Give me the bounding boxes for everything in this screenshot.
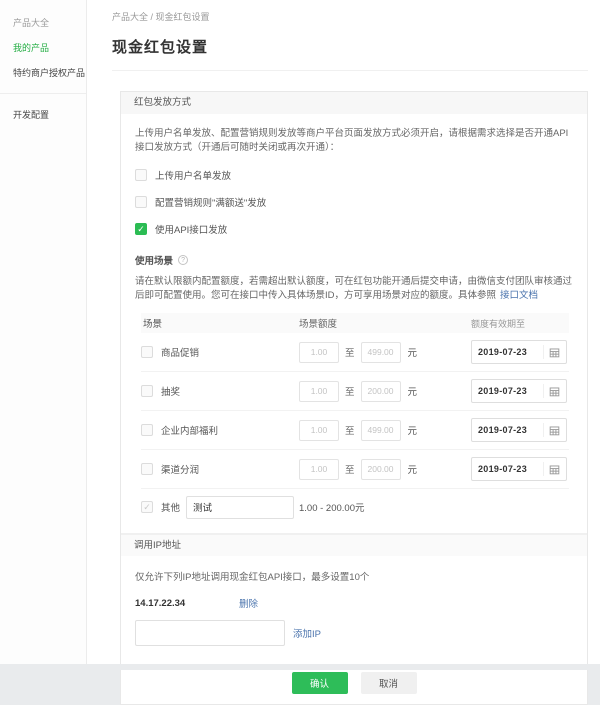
section-header-ip: 调用IP地址 (121, 534, 587, 556)
other-scene-input[interactable] (186, 495, 295, 519)
scene-name: 渠道分润 (161, 465, 200, 476)
ip-entry-row: 14.17.22.34 删除 (135, 596, 573, 611)
scene-name: 企业内部福利 (161, 426, 219, 437)
to-label: 至 (345, 387, 355, 398)
send-methods-intro: 上传用户名单发放、配置营销规则发放等商户平台页面发放方式必须开启，请根据需求选择… (135, 128, 569, 153)
unit-label: 元 (407, 387, 418, 398)
date-value: 2019-07-23 (478, 386, 528, 396)
checkbox-use-api[interactable]: 使用API接口发放 (135, 222, 573, 236)
date-picker[interactable]: 2019-07-23 (471, 418, 567, 442)
max-amount-input[interactable] (360, 341, 401, 363)
panel-footer: 确认 取消 (121, 672, 587, 704)
to-label: 至 (345, 426, 355, 437)
date-picker[interactable]: 2019-07-23 (471, 457, 567, 481)
checkbox-icon[interactable] (141, 424, 153, 436)
ip-section: 仅允许下列IP地址调用现金红包API接口，最多设置10个 14.17.22.34… (121, 556, 587, 646)
min-amount-input[interactable] (299, 341, 339, 363)
calendar-icon (543, 345, 560, 359)
max-amount-input[interactable] (360, 419, 401, 441)
main-content: 产品大全 / 现金红包设置 现金红包设置 红包发放方式 上传用户名单发放、配置营… (87, 0, 600, 705)
min-amount-input[interactable] (299, 380, 339, 402)
to-label: 至 (345, 465, 355, 476)
ip-section-description: 仅允许下列IP地址调用现金红包API接口，最多设置10个 (135, 572, 370, 583)
table-row-employee-benefits: 企业内部福利 至 元 2019-07-23 (141, 411, 569, 450)
scene-quota-table: 场景 场景额度 额度有效期至 商品促销 至 元 (141, 313, 569, 525)
scene-name: 其他 (161, 503, 181, 514)
title-divider (112, 70, 588, 71)
usage-scenes-description: 请在默认限额内配置额度，若需超出默认额度，可在红包功能开通后提交申请，由微信支付… (135, 275, 573, 303)
info-icon[interactable]: ? (178, 255, 189, 265)
usage-scenes-title: 使用场景 (135, 256, 174, 267)
date-value: 2019-07-23 (478, 464, 528, 474)
table-row-channel-profit: 渠道分润 至 元 2019-07-23 (141, 450, 569, 489)
date-value: 2019-07-23 (478, 347, 528, 357)
new-ip-input[interactable] (135, 620, 285, 646)
ip-add-row: 添加IP (135, 620, 573, 646)
sidebar: 产品大全 我的产品 特约商户授权产品 开发配置 (0, 0, 87, 670)
settings-panel: 红包发放方式 上传用户名单发放、配置营销规则发放等商户平台页面发放方式必须开启，… (120, 91, 588, 705)
table-header-row: 场景 场景额度 额度有效期至 (141, 313, 569, 333)
scene-name: 抽奖 (161, 387, 181, 398)
checkbox-label: 上传用户名单发放 (155, 171, 232, 182)
date-picker[interactable]: 2019-07-23 (471, 340, 567, 364)
sidebar-item-my-products[interactable]: 我的产品 (0, 35, 86, 60)
calendar-icon (543, 384, 560, 398)
send-methods-section: 上传用户名单发放、配置营销规则发放等商户平台页面发放方式必须开启，请根据需求选择… (121, 114, 587, 525)
date-picker[interactable]: 2019-07-23 (471, 379, 567, 403)
sidebar-divider (0, 93, 86, 94)
checkbox-label: 配置营销规则"满额送"发放 (155, 198, 267, 209)
breadcrumb: 产品大全 / 现金红包设置 (112, 10, 588, 23)
checkbox-checked-icon (135, 223, 147, 235)
add-ip-link[interactable]: 添加IP (293, 626, 321, 640)
scene-name: 商品促销 (161, 348, 200, 359)
unit-label: 元 (407, 348, 418, 359)
breadcrumb-separator: / (148, 12, 156, 22)
date-value: 2019-07-23 (478, 425, 528, 435)
min-amount-input[interactable] (299, 419, 339, 441)
sidebar-item-dev-config[interactable]: 开发配置 (0, 102, 86, 127)
page-title: 现金红包设置 (112, 39, 209, 56)
to-label: 至 (345, 348, 355, 359)
api-doc-link[interactable]: 接口文档 (500, 290, 538, 301)
checkbox-marketing-rule[interactable]: 配置营销规则"满额送"发放 (135, 195, 573, 209)
table-row-product-promo: 商品促销 至 元 2019-07-23 (141, 333, 569, 372)
calendar-icon (543, 423, 560, 437)
checkbox-label: 使用API接口发放 (155, 225, 228, 236)
checkbox-icon[interactable] (141, 463, 153, 475)
cancel-button[interactable]: 取消 (360, 672, 417, 694)
column-header-valid-until: 额度有效期至 (471, 318, 526, 329)
delete-ip-link[interactable]: 删除 (239, 596, 258, 610)
breadcrumb-current: 现金红包设置 (155, 12, 210, 22)
checkbox-icon[interactable] (141, 346, 153, 358)
checkbox-faint-icon[interactable] (141, 501, 153, 513)
calendar-icon (543, 462, 560, 476)
column-header-quota: 场景额度 (299, 319, 338, 330)
breadcrumb-parent[interactable]: 产品大全 (112, 12, 148, 22)
page: 产品大全 我的产品 特约商户授权产品 开发配置 产品大全 / 现金红包设置 现金… (0, 0, 600, 705)
sidebar-item-all-products[interactable]: 产品大全 (0, 10, 86, 35)
checkbox-icon (135, 169, 147, 181)
sidebar-item-authorized-products[interactable]: 特约商户授权产品 (0, 60, 86, 85)
unit-label: 元 (407, 465, 418, 476)
unit-label: 元 (407, 426, 418, 437)
page-bottom-strip (0, 664, 600, 670)
table-row-lottery: 抽奖 至 元 2019-07-23 (141, 372, 569, 411)
checkbox-icon (135, 196, 147, 208)
max-amount-input[interactable] (360, 458, 401, 480)
min-amount-input[interactable] (299, 458, 339, 480)
confirm-button[interactable]: 确认 (291, 672, 348, 694)
section-header-send-methods: 红包发放方式 (121, 92, 587, 114)
column-header-scene: 场景 (143, 319, 163, 330)
checkbox-upload-user-list[interactable]: 上传用户名单发放 (135, 168, 573, 182)
checkbox-icon[interactable] (141, 385, 153, 397)
other-scene-range: 1.00 - 200.00元 (299, 503, 365, 514)
table-row-other: 其他 1.00 - 200.00元 (141, 489, 569, 525)
ip-address: 14.17.22.34 (135, 597, 186, 609)
max-amount-input[interactable] (360, 380, 401, 402)
usage-scenes-title-row: 使用场景 ? (135, 253, 573, 267)
